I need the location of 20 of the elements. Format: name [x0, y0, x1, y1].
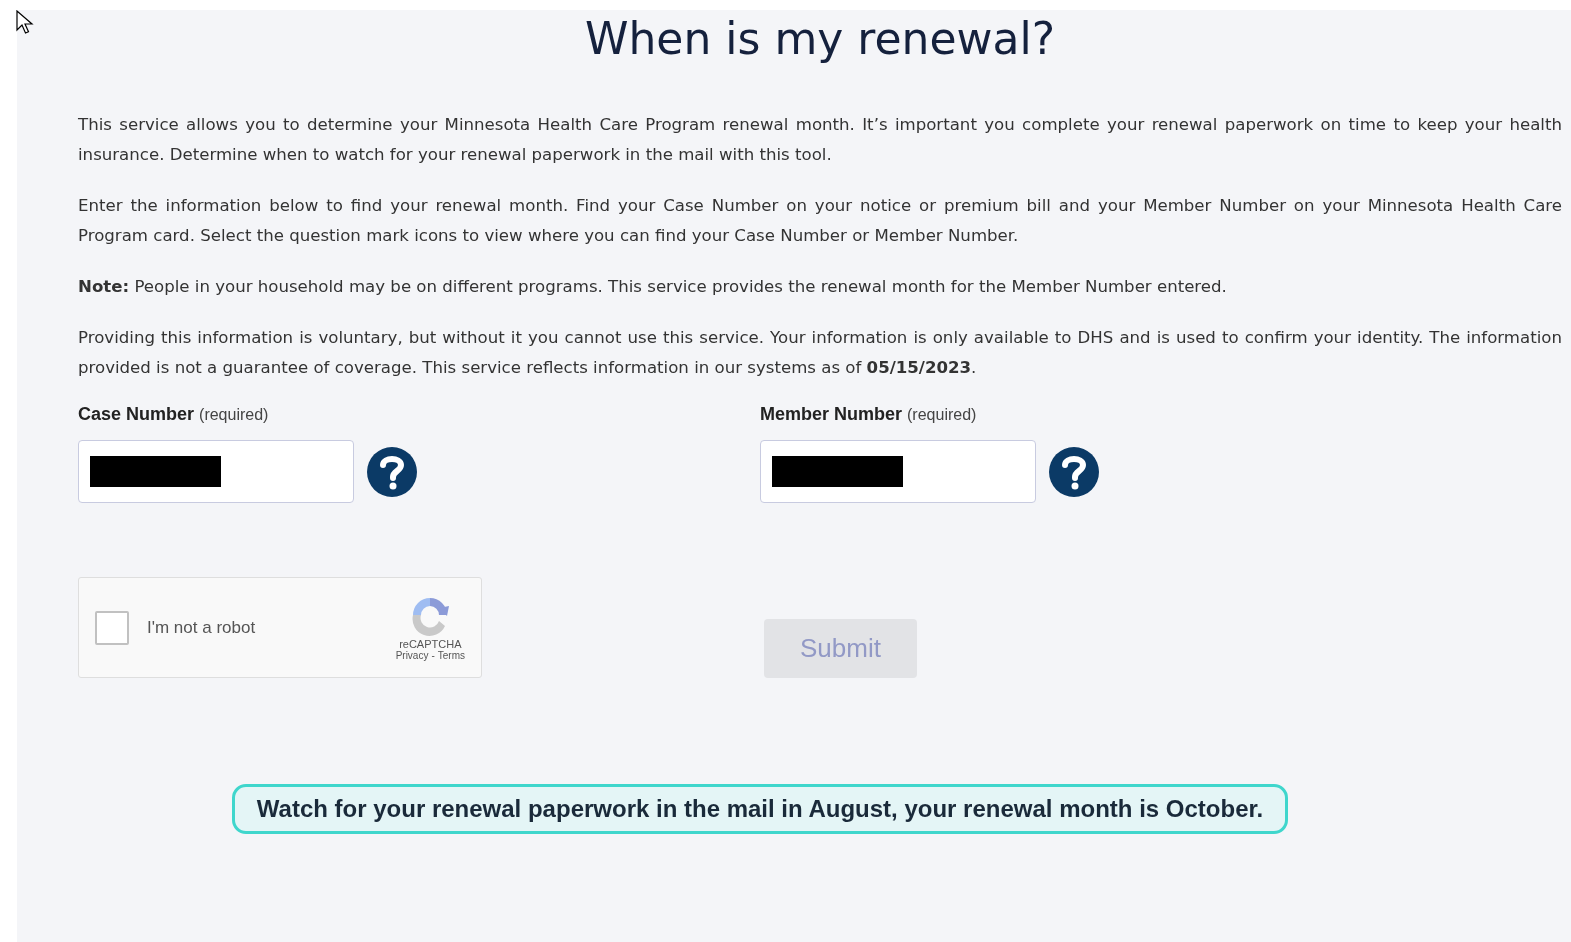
- paragraph: Providing this information is voluntary, but without it you cannot use this service. Your information is only available to DHS and is used to confirm your identity. The information provided is not a guarantee of coverage. This service reflects information in our systems as of 05/15/2023.: [78, 327, 1562, 379]
- paragraph: This service allows you to determine your Minnesota Health Care Program renewal month. It’s important you complete your renewal paperwork on time to keep your health insurance. Determine when to watch for your renewal paperwork in the mail with this tool.: [78, 114, 1562, 166]
- field-label: Member Number: [760, 404, 903, 425]
- field-label: Case Number: [78, 404, 195, 425]
- page-title: When is my renewal?: [583, 12, 1056, 66]
- input-field[interactable]: [78, 440, 354, 503]
- captcha-checkbox[interactable]: [95, 610, 129, 645]
- paragraph: Note: People in your household may be on different programs. This service provides the renewal month for the Member Number entered.: [78, 276, 1228, 298]
- separator: -: [431, 650, 435, 661]
- paragraph: Enter the information below to find your renewal month. Find your Case Number on your notice or premium bill and your Member Number on your Minnesota Health Care Program card. Select the question mark icons to view where you can find your Case Number or Member Number.: [78, 195, 1562, 247]
- required-hint: (required): [199, 406, 269, 424]
- privacy-link[interactable]: Privacy: [395, 650, 429, 661]
- required-hint: (required): [907, 406, 977, 424]
- input-field[interactable]: [760, 440, 1036, 503]
- result-message: Watch for your renewal paperwork in the mail in August, your renewal month is October.: [231, 784, 1289, 834]
- terms-link[interactable]: Terms: [437, 650, 465, 661]
- help-icon[interactable]: [1048, 445, 1100, 498]
- captcha-brand: reCAPTCHA: [399, 638, 462, 650]
- help-icon[interactable]: [366, 445, 418, 498]
- captcha-label: I'm not a robot: [147, 617, 257, 638]
